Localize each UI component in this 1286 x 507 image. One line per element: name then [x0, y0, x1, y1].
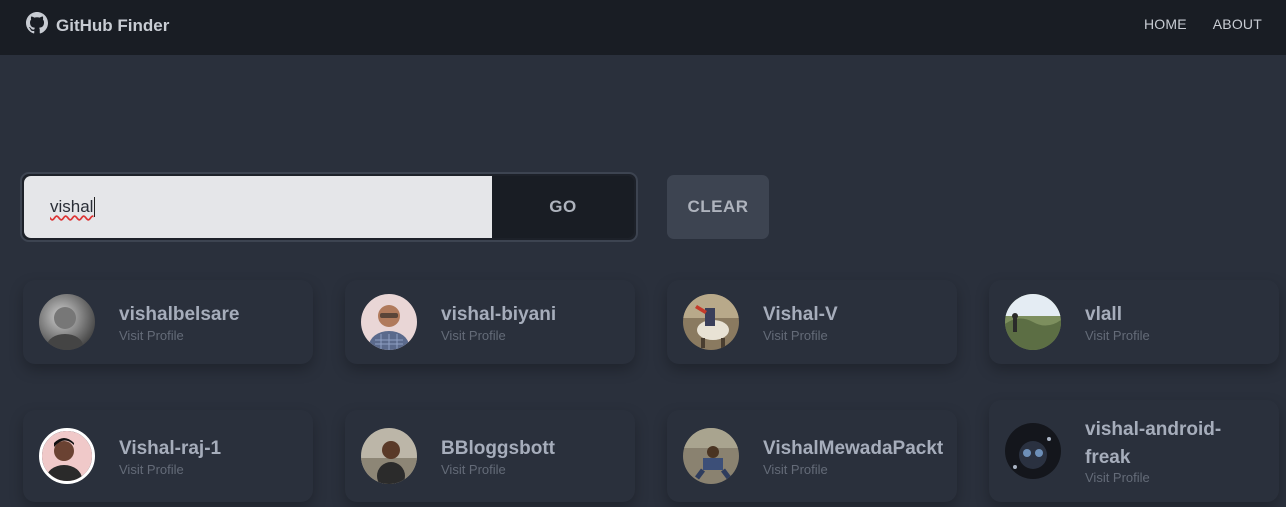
user-card[interactable]: BBloggsbott Visit Profile [345, 410, 635, 502]
nav-about-link[interactable]: ABOUT [1213, 16, 1262, 32]
navbar: GitHub Finder HOME ABOUT [0, 0, 1286, 55]
search-input[interactable]: vishal [24, 176, 492, 238]
clear-button[interactable]: CLEAR [667, 175, 769, 239]
user-info: vishal-biyani Visit Profile [441, 301, 627, 343]
visit-profile-link[interactable]: Visit Profile [1085, 471, 1255, 486]
user-login: vlall [1085, 304, 1122, 326]
nav-links: HOME ABOUT [1144, 16, 1262, 32]
user-login: VishalMewadaPackt [763, 438, 944, 460]
avatar [683, 428, 739, 484]
user-login: Vishal-V [763, 304, 838, 326]
user-card[interactable]: vlall Visit Profile [989, 280, 1279, 364]
user-info: vishalbelsare Visit Profile [119, 301, 305, 343]
user-card[interactable]: VishalMewadaPackt Visit Profile [667, 410, 957, 502]
visit-profile-link[interactable]: Visit Profile [441, 462, 627, 477]
user-info: VishalMewadaPackt Visit Profile [763, 435, 949, 477]
visit-profile-link[interactable]: Visit Profile [763, 328, 949, 343]
user-info: Vishal-raj-1 Visit Profile [119, 435, 305, 477]
visit-profile-link[interactable]: Visit Profile [441, 328, 627, 343]
avatar [1005, 423, 1061, 479]
nav-home-link[interactable]: HOME [1144, 16, 1187, 32]
avatar [361, 294, 417, 350]
visit-profile-link[interactable]: Visit Profile [119, 462, 305, 477]
avatar [683, 294, 739, 350]
user-login: Vishal-raj-1 [119, 438, 222, 460]
github-icon [26, 12, 48, 39]
brand[interactable]: GitHub Finder [26, 12, 169, 39]
user-card[interactable]: vishal-biyani Visit Profile [345, 280, 635, 364]
user-info: vishal-android-freak Visit Profile [1085, 416, 1255, 485]
avatar [39, 428, 95, 484]
search-form: vishal GO [20, 172, 638, 242]
visit-profile-link[interactable]: Visit Profile [119, 328, 305, 343]
visit-profile-link[interactable]: Visit Profile [1085, 328, 1271, 343]
user-card[interactable]: vishal-android-freak Visit Profile [989, 400, 1279, 502]
user-info: BBloggsbott Visit Profile [441, 435, 627, 477]
user-card[interactable]: Vishal-raj-1 Visit Profile [23, 410, 313, 502]
user-login: vishalbelsare [119, 304, 240, 326]
search-input-value: vishal [50, 197, 94, 216]
text-caret [94, 197, 96, 217]
avatar [39, 294, 95, 350]
user-card[interactable]: Vishal-V Visit Profile [667, 280, 957, 364]
avatar [361, 428, 417, 484]
user-login: BBloggsbott [441, 438, 555, 460]
user-login: vishal-android-freak [1085, 419, 1222, 468]
app-title: GitHub Finder [56, 15, 170, 35]
user-login: vishal-biyani [441, 304, 557, 326]
avatar [1005, 294, 1061, 350]
go-button[interactable]: GO [492, 176, 634, 238]
user-info: Vishal-V Visit Profile [763, 301, 949, 343]
visit-profile-link[interactable]: Visit Profile [763, 462, 949, 477]
user-card[interactable]: vishalbelsare Visit Profile [23, 280, 313, 364]
user-info: vlall Visit Profile [1085, 301, 1271, 343]
